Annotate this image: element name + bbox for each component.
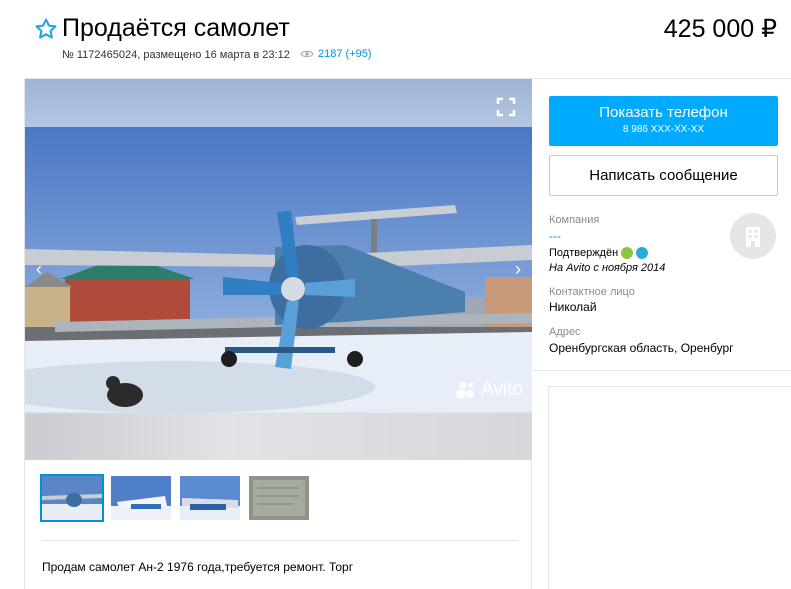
company-label: Компания xyxy=(549,214,600,226)
avito-logo-icon xyxy=(456,381,475,399)
show-phone-button[interactable]: Показать телефон 8 986 XXX-XX-XX xyxy=(549,96,778,146)
views-count: 2187 (+95) xyxy=(318,48,372,60)
avatar[interactable] xyxy=(730,213,776,259)
divider xyxy=(533,370,791,371)
thumbnail-image xyxy=(111,476,171,520)
thumbnail[interactable] xyxy=(180,476,240,520)
item-meta: № 1172465024, размещено 16 марта в 23:12 xyxy=(62,49,290,61)
watermark-text: Avito xyxy=(481,379,523,400)
avito-watermark: Avito xyxy=(455,379,523,401)
thumbnail[interactable] xyxy=(249,476,309,520)
thumbnail[interactable] xyxy=(111,476,171,520)
address-value: Оренбургская область, Оренбург xyxy=(549,341,734,355)
gallery-blur-top xyxy=(25,79,532,127)
masked-phone: 8 986 XXX-XX-XX xyxy=(622,124,705,135)
company-link[interactable]: --- xyxy=(549,229,561,243)
show-phone-label: Показать телефон xyxy=(599,104,728,121)
main-column: ‹ › Avito Продам самолет Ан-2 1976 года,… xyxy=(24,78,532,589)
seller-sidebar: Показать телефон 8 986 XXX-XX-XX Написат… xyxy=(533,78,791,589)
thumbnail-image xyxy=(42,476,102,520)
chevron-right-icon[interactable]: › xyxy=(508,259,528,279)
contact-person-name: Николай xyxy=(549,300,597,314)
expand-icon[interactable] xyxy=(495,96,517,118)
write-message-button[interactable]: Написать сообщение xyxy=(549,155,778,196)
divider xyxy=(42,540,518,541)
main-photo[interactable] xyxy=(25,127,532,413)
gallery-blur-bottom xyxy=(25,413,532,460)
phone-verified-icon xyxy=(621,247,634,259)
verified-text: Подтверждён xyxy=(549,247,619,259)
chevron-left-icon[interactable]: ‹ xyxy=(29,259,49,279)
contact-person-label: Контактное лицо xyxy=(549,286,635,298)
item-price: 425 000 ₽ xyxy=(663,15,777,43)
building-icon xyxy=(746,227,760,247)
verified-status: Подтверждён xyxy=(549,247,649,259)
views-counter[interactable]: 2187 (+95) xyxy=(300,48,372,60)
thumbnail-image xyxy=(249,476,309,520)
item-description: Продам самолет Ан-2 1976 года,требуется … xyxy=(42,560,354,574)
thumbnail[interactable] xyxy=(40,474,104,522)
star-icon[interactable] xyxy=(34,17,58,41)
ad-placeholder xyxy=(548,386,791,589)
item-header: Продаётся самолет № 1172465024, размещен… xyxy=(0,0,791,78)
address-label: Адрес xyxy=(549,326,581,338)
member-since: На Avito с ноября 2014 xyxy=(549,262,666,274)
eye-icon xyxy=(300,50,314,58)
thumbnail-image xyxy=(180,476,240,520)
thumbnail-strip xyxy=(40,474,309,522)
email-verified-icon xyxy=(636,247,649,259)
item-title: Продаётся самолет xyxy=(62,14,290,42)
photo-gallery[interactable]: ‹ › Avito xyxy=(25,79,532,460)
